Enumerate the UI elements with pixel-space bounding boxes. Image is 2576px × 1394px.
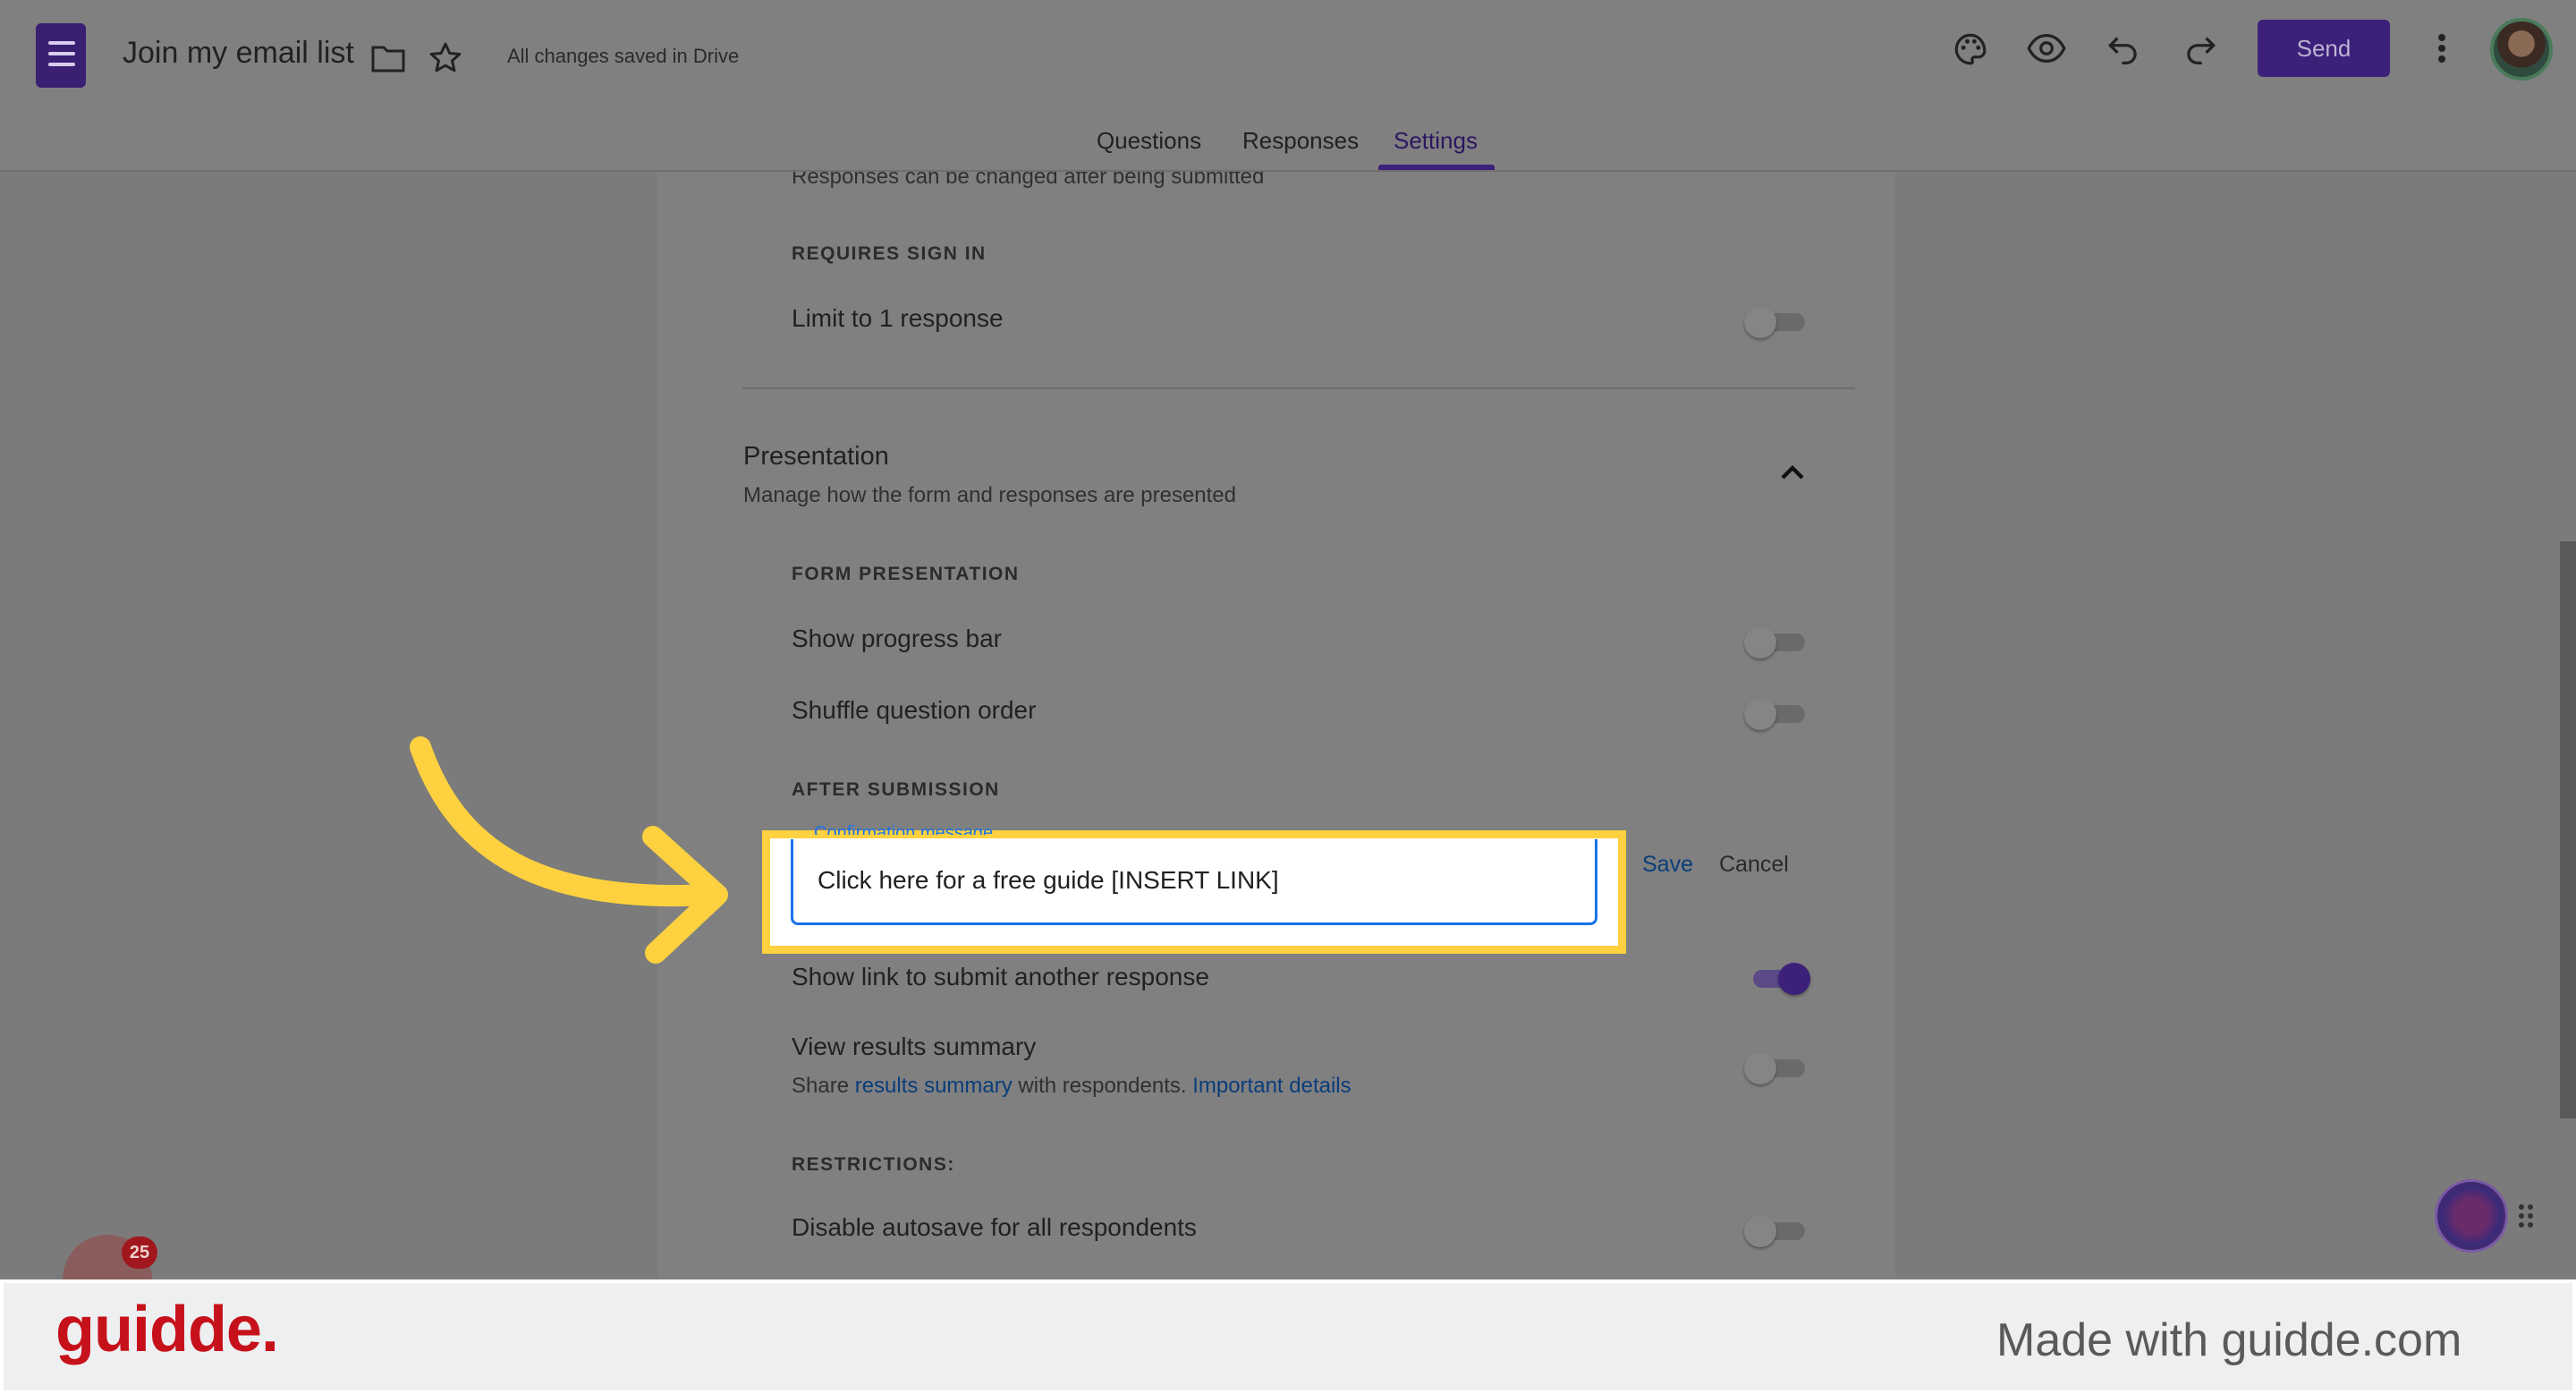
results-summary-link[interactable]: results summary bbox=[855, 1074, 1013, 1098]
share-results-text: Share results summary with respondents. … bbox=[792, 1074, 1352, 1099]
disable-autosave-label: Disable autosave for all respondents bbox=[792, 1213, 1197, 1241]
pointer-arrow-annotation bbox=[410, 736, 728, 964]
confirmation-message-value[interactable]: Click here for a free guide [INSERT LINK… bbox=[818, 866, 1279, 895]
redo-icon[interactable] bbox=[2182, 32, 2218, 64]
show-progress-bar-toggle[interactable] bbox=[1744, 623, 1807, 659]
guidde-logo: guidde. bbox=[55, 1294, 279, 1365]
show-link-another-toggle[interactable] bbox=[1748, 959, 1810, 995]
restrictions-heading: RESTRICTIONS: bbox=[792, 1154, 955, 1175]
extension-badge-count: 25 bbox=[122, 1237, 157, 1269]
flower-extension-icon[interactable] bbox=[2435, 1179, 2508, 1253]
doc-title[interactable]: Join my email list bbox=[123, 36, 354, 71]
disable-autosave-toggle[interactable] bbox=[1744, 1211, 1807, 1247]
requires-sign-in-heading: REQUIRES SIGN IN bbox=[792, 243, 987, 264]
folder-icon[interactable] bbox=[370, 43, 406, 73]
show-link-another-label: Show link to submit another response bbox=[792, 963, 1209, 990]
tab-settings[interactable]: Settings bbox=[1394, 127, 1478, 155]
page-scrollbar[interactable] bbox=[2560, 541, 2576, 1118]
limit-response-toggle[interactable] bbox=[1744, 302, 1807, 338]
share-middle: with respondents. bbox=[1018, 1074, 1187, 1098]
save-button[interactable]: Save bbox=[1642, 852, 1693, 878]
share-prefix: Share bbox=[792, 1074, 850, 1098]
tab-questions[interactable]: Questions bbox=[1097, 127, 1201, 155]
tab-responses[interactable]: Responses bbox=[1242, 127, 1359, 155]
send-button[interactable]: Send bbox=[2258, 20, 2390, 77]
view-results-label: View results summary bbox=[792, 1033, 1037, 1060]
important-details-link[interactable]: Important details bbox=[1192, 1074, 1351, 1098]
chevron-up-icon[interactable] bbox=[1780, 463, 1805, 481]
tab-active-indicator bbox=[1378, 165, 1495, 170]
presentation-title: Presentation bbox=[743, 442, 889, 471]
made-with-text: Made with guidde.com bbox=[1996, 1314, 2462, 1366]
star-icon[interactable] bbox=[428, 40, 463, 76]
preview-icon[interactable] bbox=[2027, 32, 2066, 64]
save-status: All changes saved in Drive bbox=[507, 45, 740, 67]
forms-icon[interactable] bbox=[36, 23, 86, 88]
cancel-button[interactable]: Cancel bbox=[1719, 852, 1789, 878]
after-submission-heading: AFTER SUBMISSION bbox=[792, 779, 1000, 800]
shuffle-question-order-toggle[interactable] bbox=[1744, 694, 1807, 730]
presentation-subtitle: Manage how the form and responses are pr… bbox=[743, 483, 1237, 507]
shuffle-question-order-label: Shuffle question order bbox=[792, 696, 1037, 724]
show-progress-bar-label: Show progress bar bbox=[792, 625, 1003, 652]
settings-card bbox=[657, 172, 1895, 1281]
more-vert-icon[interactable] bbox=[2433, 32, 2451, 64]
drag-handle-icon[interactable] bbox=[2517, 1203, 2535, 1229]
form-presentation-heading: FORM PRESENTATION bbox=[792, 564, 1020, 584]
palette-icon[interactable] bbox=[1952, 30, 1989, 68]
undo-icon[interactable] bbox=[2106, 32, 2141, 64]
view-results-toggle[interactable] bbox=[1744, 1049, 1807, 1084]
limit-response-label: Limit to 1 response bbox=[792, 304, 1004, 332]
section-divider bbox=[742, 387, 1855, 389]
avatar[interactable] bbox=[2490, 18, 2553, 81]
